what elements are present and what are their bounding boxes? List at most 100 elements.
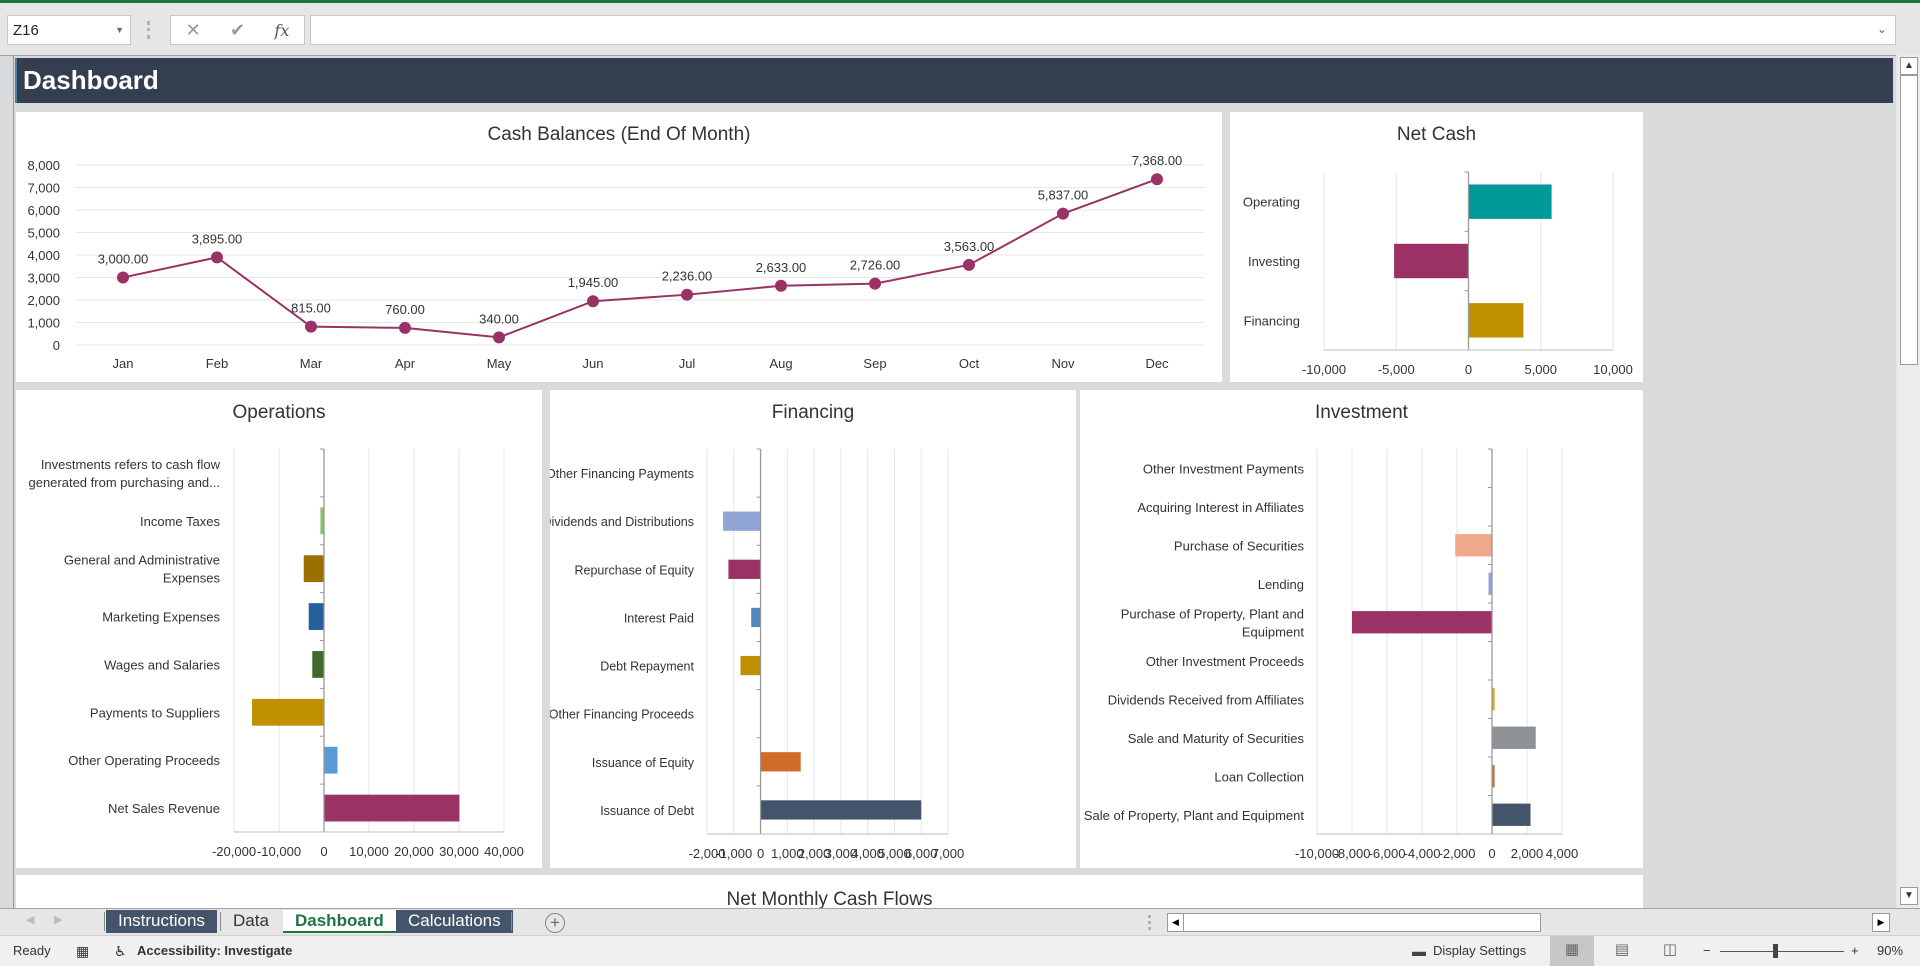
data-point bbox=[1057, 207, 1069, 220]
category-label: Sale of Property, Plant and Equipment bbox=[1084, 808, 1305, 823]
display-settings-icon[interactable]: ▬ bbox=[1412, 943, 1426, 959]
y-tick-label: 2,000 bbox=[27, 293, 60, 308]
bar bbox=[312, 651, 324, 678]
scroll-down-icon[interactable]: ▼ bbox=[1900, 887, 1918, 905]
category-label: Purchase of Property, Plant and bbox=[1121, 606, 1304, 621]
data-label: 2,633.00 bbox=[756, 260, 807, 275]
vertical-scroll-thumb[interactable] bbox=[1900, 75, 1918, 365]
expand-formula-bar-icon[interactable]: ⌄ bbox=[1877, 22, 1887, 36]
formula-bar: Z16 ▼ ✕ ✔ fx ⌄ bbox=[0, 3, 1920, 53]
x-tick-label: -1,000 bbox=[715, 846, 752, 861]
x-tick-label: Jul bbox=[679, 356, 696, 371]
name-box[interactable]: Z16 ▼ bbox=[7, 15, 131, 45]
category-label: Dividends Received from Affiliates bbox=[1108, 692, 1305, 707]
scroll-right-icon[interactable]: ▶ bbox=[1872, 913, 1890, 932]
category-label: Payments to Suppliers bbox=[90, 705, 221, 720]
x-tick-label: Jun bbox=[583, 356, 604, 371]
zoom-level[interactable]: 90% bbox=[1877, 943, 1903, 958]
x-tick-label: -2,000 bbox=[1439, 846, 1476, 861]
macro-recorder-icon[interactable]: ▦ bbox=[76, 943, 89, 960]
category-label: Acquiring Interest in Affiliates bbox=[1137, 500, 1304, 515]
tab-dashboard[interactable]: Dashboard bbox=[283, 910, 396, 933]
category-label: Debt Repayment bbox=[600, 660, 694, 674]
data-label: 5,837.00 bbox=[1038, 188, 1089, 203]
insert-function-icon[interactable]: fx bbox=[274, 21, 289, 40]
x-tick-label: 5,000 bbox=[1524, 362, 1557, 377]
page-break-preview-icon[interactable]: ◫ bbox=[1648, 936, 1692, 966]
data-point bbox=[869, 277, 881, 290]
formula-input[interactable]: ⌄ bbox=[310, 15, 1896, 45]
chart-net-cash[interactable]: Net Cash -10,000 -5,000 0 5,000 10,000 Operat… bbox=[1230, 112, 1643, 382]
chart-canvas: -20,000 -10,000 0 10,000 20,000 30,000 40,000 I… bbox=[28, 448, 524, 859]
bar bbox=[303, 555, 324, 583]
excel-window: Z16 ▼ ✕ ✔ fx ⌄ Dashboard Cash Balances (… bbox=[0, 0, 1920, 966]
category-label: Issuance of Debt bbox=[600, 804, 694, 818]
add-sheet-icon[interactable]: + bbox=[545, 913, 565, 933]
zoom-slider-thumb[interactable] bbox=[1773, 944, 1779, 958]
sheet-tab-bar: ◀ ▶ Instructions Data Dashboard Calculat… bbox=[0, 908, 1920, 935]
chart-cash-balances[interactable]: Cash Balances (End Of Month) 0 1,000 2,000… bbox=[16, 112, 1222, 382]
x-tick-label: Feb bbox=[206, 356, 228, 371]
chart-canvas: -2,000-1,000 0 1,0002,0003,0004,0005,0006,… bbox=[550, 448, 964, 861]
category-label: Other Financing Payments bbox=[550, 467, 694, 481]
display-settings-button[interactable]: Display Settings bbox=[1433, 943, 1526, 958]
tab-prev-icon[interactable]: ◀ bbox=[26, 913, 34, 926]
x-tick-label: -4,000 bbox=[1404, 846, 1441, 861]
cancel-icon[interactable]: ✕ bbox=[186, 20, 201, 41]
category-label: Sale and Maturity of Securities bbox=[1128, 731, 1305, 746]
zoom-in-button[interactable]: + bbox=[1851, 943, 1859, 958]
y-tick-label: 3,000 bbox=[27, 271, 60, 286]
category-label: Net Sales Revenue bbox=[108, 801, 220, 816]
bar bbox=[1455, 534, 1492, 557]
category-label: Other Investment Payments bbox=[1143, 461, 1305, 476]
x-tick-label: -6,000 bbox=[1369, 846, 1406, 861]
accessibility-status[interactable]: Accessibility: Investigate bbox=[137, 943, 292, 958]
category-label: Lending bbox=[1258, 577, 1304, 592]
bar bbox=[751, 607, 761, 628]
tab-instructions[interactable]: Instructions bbox=[106, 910, 217, 933]
horizontal-scrollbar[interactable]: ◀ bbox=[1167, 913, 1541, 932]
bar bbox=[1492, 803, 1531, 826]
page-layout-view-icon[interactable]: ▤ bbox=[1600, 936, 1644, 966]
x-tick-label: 40,000 bbox=[484, 844, 524, 859]
x-tick-label: 2,000 bbox=[1511, 846, 1544, 861]
data-point bbox=[587, 295, 599, 308]
chevron-down-icon[interactable]: ▼ bbox=[115, 25, 124, 35]
chart-financing[interactable]: Financing -2,000 -1,000 0 1,000 2,000 3,000 4,… bbox=[550, 390, 1076, 868]
x-tick-label: 0 bbox=[757, 846, 764, 861]
chart-operations[interactable]: Operations -20,000 -10,000 0 10,000 20,000 30… bbox=[16, 390, 542, 868]
scroll-up-icon[interactable]: ▲ bbox=[1900, 57, 1918, 75]
x-tick-label: Apr bbox=[395, 356, 416, 371]
tab-next-icon[interactable]: ▶ bbox=[54, 913, 62, 926]
x-tick-label: -8,000 bbox=[1334, 846, 1371, 861]
worksheet-grid[interactable]: Dashboard Cash Balances (End Of Month) 0… bbox=[0, 55, 1896, 915]
formula-bar-splitter[interactable] bbox=[147, 21, 150, 39]
enter-icon[interactable]: ✔ bbox=[230, 20, 245, 41]
y-tick-label: 5,000 bbox=[27, 226, 60, 241]
data-point bbox=[493, 331, 505, 344]
category-label: Interest Paid bbox=[624, 611, 694, 625]
status-bar: Ready ▦ ♿ Accessibility: Investigate ▬ D… bbox=[0, 935, 1920, 966]
data-label: 7,368.00 bbox=[1132, 153, 1183, 168]
x-tick-label: Oct bbox=[959, 356, 980, 371]
zoom-out-button[interactable]: − bbox=[1703, 943, 1711, 958]
x-tick-label: Sep bbox=[863, 356, 886, 371]
category-label: Repurchase of Equity bbox=[574, 563, 694, 577]
chart-investment[interactable]: Investment -10,000 -8,000 -6,000 -4,000 -2,0… bbox=[1080, 390, 1643, 868]
vertical-scrollbar[interactable]: ▲ ▼ bbox=[1898, 55, 1920, 908]
normal-view-icon[interactable]: ▦ bbox=[1550, 936, 1594, 966]
accessibility-icon[interactable]: ♿ bbox=[114, 943, 127, 960]
zoom-slider[interactable] bbox=[1720, 944, 1844, 958]
data-point bbox=[775, 279, 787, 292]
bar bbox=[308, 603, 324, 630]
x-tick-label: 10,000 bbox=[349, 844, 389, 859]
scroll-left-icon[interactable]: ◀ bbox=[1168, 914, 1184, 931]
tab-split-handle[interactable] bbox=[1148, 915, 1151, 930]
category-label: Operating bbox=[1243, 195, 1300, 210]
category-label: Other Investment Proceeds bbox=[1146, 654, 1305, 669]
tab-data[interactable]: Data bbox=[221, 910, 281, 933]
bar bbox=[324, 794, 460, 822]
formula-buttons: ✕ ✔ fx bbox=[170, 15, 305, 45]
tab-calculations[interactable]: Calculations bbox=[396, 910, 513, 933]
data-label: 3,895.00 bbox=[192, 231, 243, 246]
